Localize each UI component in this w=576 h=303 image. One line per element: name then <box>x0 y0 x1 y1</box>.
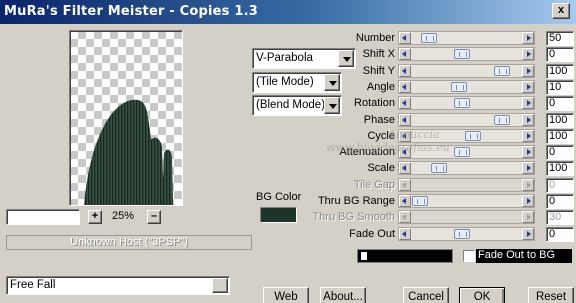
value-field-rotation[interactable]: 0 <box>546 96 574 111</box>
arrow-left-icon[interactable] <box>399 81 411 93</box>
arrow-right-icon[interactable] <box>522 65 534 77</box>
slider-thru-bg-range[interactable] <box>398 194 535 208</box>
cancel-button[interactable]: Cancel <box>403 287 449 303</box>
value-field-attenuation[interactable]: 0 <box>546 145 574 160</box>
web-button[interactable]: Web <box>263 287 309 303</box>
value-field-phase[interactable]: 100 <box>546 113 574 128</box>
param-label-cycle: Cycle <box>367 130 395 142</box>
slider-phase[interactable] <box>398 113 535 127</box>
title-bar: MuRa's Filter Meister - Copies 1.3 x <box>0 0 576 24</box>
param-label-thru-bg-smooth: Thru BG Smooth <box>312 211 395 223</box>
param-label-number: Number <box>355 32 395 44</box>
param-label-attenuation: Attenuation <box>339 146 395 158</box>
param-label-phase: Phase <box>363 114 395 126</box>
arrow-right-icon[interactable] <box>522 228 534 240</box>
value-field-fade-out[interactable]: 0 <box>546 227 574 242</box>
value-field-cycle[interactable]: 100 <box>546 129 574 144</box>
arrow-left-icon[interactable] <box>399 162 411 174</box>
param-label-angle: Angle <box>366 81 395 93</box>
arrow-left-icon[interactable] <box>399 32 411 44</box>
slider-thumb[interactable] <box>465 131 481 141</box>
arrow-left-icon[interactable] <box>399 146 411 158</box>
arrow-left-icon[interactable] <box>399 114 411 126</box>
arrow-left-icon[interactable] <box>399 195 411 207</box>
slider-angle[interactable] <box>398 80 535 94</box>
param-label-scale: Scale <box>367 162 395 174</box>
slider-cycle[interactable] <box>398 129 535 143</box>
slider-fade-out[interactable] <box>398 227 535 241</box>
chevron-down-icon[interactable] <box>212 278 228 293</box>
ok-button[interactable]: OK <box>459 287 505 303</box>
slider-thumb[interactable] <box>494 115 510 125</box>
zoom-input[interactable] <box>6 209 80 225</box>
arrow-right-icon[interactable] <box>522 130 534 142</box>
arrow-left-icon[interactable] <box>399 211 411 223</box>
host-status: Unknown Host ("3PSP") <box>6 235 252 250</box>
param-label-tile-gap: Tile Gap <box>353 179 395 191</box>
zoom-percent: 25% <box>112 210 135 222</box>
slider-thru-bg-smooth[interactable] <box>398 210 535 224</box>
arrow-right-icon[interactable] <box>522 32 534 44</box>
value-field-thru-bg-range[interactable]: 0 <box>546 194 574 209</box>
arrow-right-icon[interactable] <box>522 179 534 191</box>
slider-thumb[interactable] <box>454 49 470 59</box>
arrow-right-icon[interactable] <box>522 48 534 60</box>
zoom-in-button[interactable]: + <box>88 210 102 224</box>
preview-image <box>84 99 173 205</box>
arrow-left-icon[interactable] <box>399 179 411 191</box>
slider-thumb[interactable] <box>494 66 510 76</box>
slider-scale[interactable] <box>398 161 535 175</box>
value-field-shift-y[interactable]: 100 <box>546 64 574 79</box>
param-label-thru-bg-range: Thru BG Range <box>317 195 395 207</box>
about-button[interactable]: About... <box>320 287 366 303</box>
slider-shift-x[interactable] <box>398 47 535 61</box>
slider-thumb[interactable] <box>454 98 470 108</box>
arrow-right-icon[interactable] <box>522 211 534 223</box>
slider-tile-gap[interactable] <box>398 178 535 192</box>
arrow-right-icon[interactable] <box>522 114 534 126</box>
arrow-right-icon[interactable] <box>522 146 534 158</box>
slider-shift-y[interactable] <box>398 64 535 78</box>
slider-thumb[interactable] <box>451 82 467 92</box>
arrow-left-icon[interactable] <box>399 65 411 77</box>
slider-thumb[interactable] <box>454 147 470 157</box>
slider-thumb[interactable] <box>412 196 428 206</box>
value-field-number[interactable]: 50 <box>546 31 574 46</box>
slider-thumb[interactable] <box>421 33 437 43</box>
value-field-angle[interactable]: 10 <box>546 80 574 95</box>
preset-select-value: Free Fall <box>10 279 56 291</box>
arrow-right-icon[interactable] <box>522 162 534 174</box>
fade-out-to-bg-label: Fade Out to BG <box>476 249 572 263</box>
value-field-shift-x[interactable]: 0 <box>546 47 574 62</box>
zoom-out-button[interactable]: – <box>147 210 161 224</box>
preset-select[interactable]: Free Fall <box>6 276 230 295</box>
param-label-fade-out: Fade Out <box>349 228 395 240</box>
value-field-tile-gap[interactable]: 0 <box>546 178 574 193</box>
value-field-thru-bg-smooth[interactable]: 30 <box>546 210 574 225</box>
arrow-left-icon[interactable] <box>399 228 411 240</box>
arrow-left-icon[interactable] <box>399 97 411 109</box>
fade-out-to-bg-checkbox[interactable] <box>463 250 475 262</box>
param-label-shift-x: Shift X <box>362 48 395 60</box>
slider-thumb[interactable] <box>454 229 470 239</box>
close-button[interactable]: x <box>552 3 570 19</box>
slider-thumb[interactable] <box>431 163 447 173</box>
param-label-shift-y: Shift Y <box>362 65 395 77</box>
value-field-scale[interactable]: 100 <box>546 161 574 176</box>
window-title: MuRa's Filter Meister - Copies 1.3 <box>4 4 258 19</box>
fade-out-color-bar[interactable] <box>357 249 453 263</box>
arrow-right-icon[interactable] <box>522 97 534 109</box>
slider-rotation[interactable] <box>398 96 535 110</box>
arrow-right-icon[interactable] <box>522 81 534 93</box>
arrow-left-icon[interactable] <box>399 130 411 142</box>
param-label-rotation: Rotation <box>354 97 395 109</box>
reset-button[interactable]: Reset <box>528 287 574 303</box>
slider-attenuation[interactable] <box>398 145 535 159</box>
filter-meister-dialog: MuRa's Filter Meister - Copies 1.3 x + 2… <box>0 0 576 303</box>
arrow-left-icon[interactable] <box>399 48 411 60</box>
arrow-right-icon[interactable] <box>522 195 534 207</box>
slider-number[interactable] <box>398 31 535 45</box>
preview-canvas[interactable] <box>69 30 183 206</box>
